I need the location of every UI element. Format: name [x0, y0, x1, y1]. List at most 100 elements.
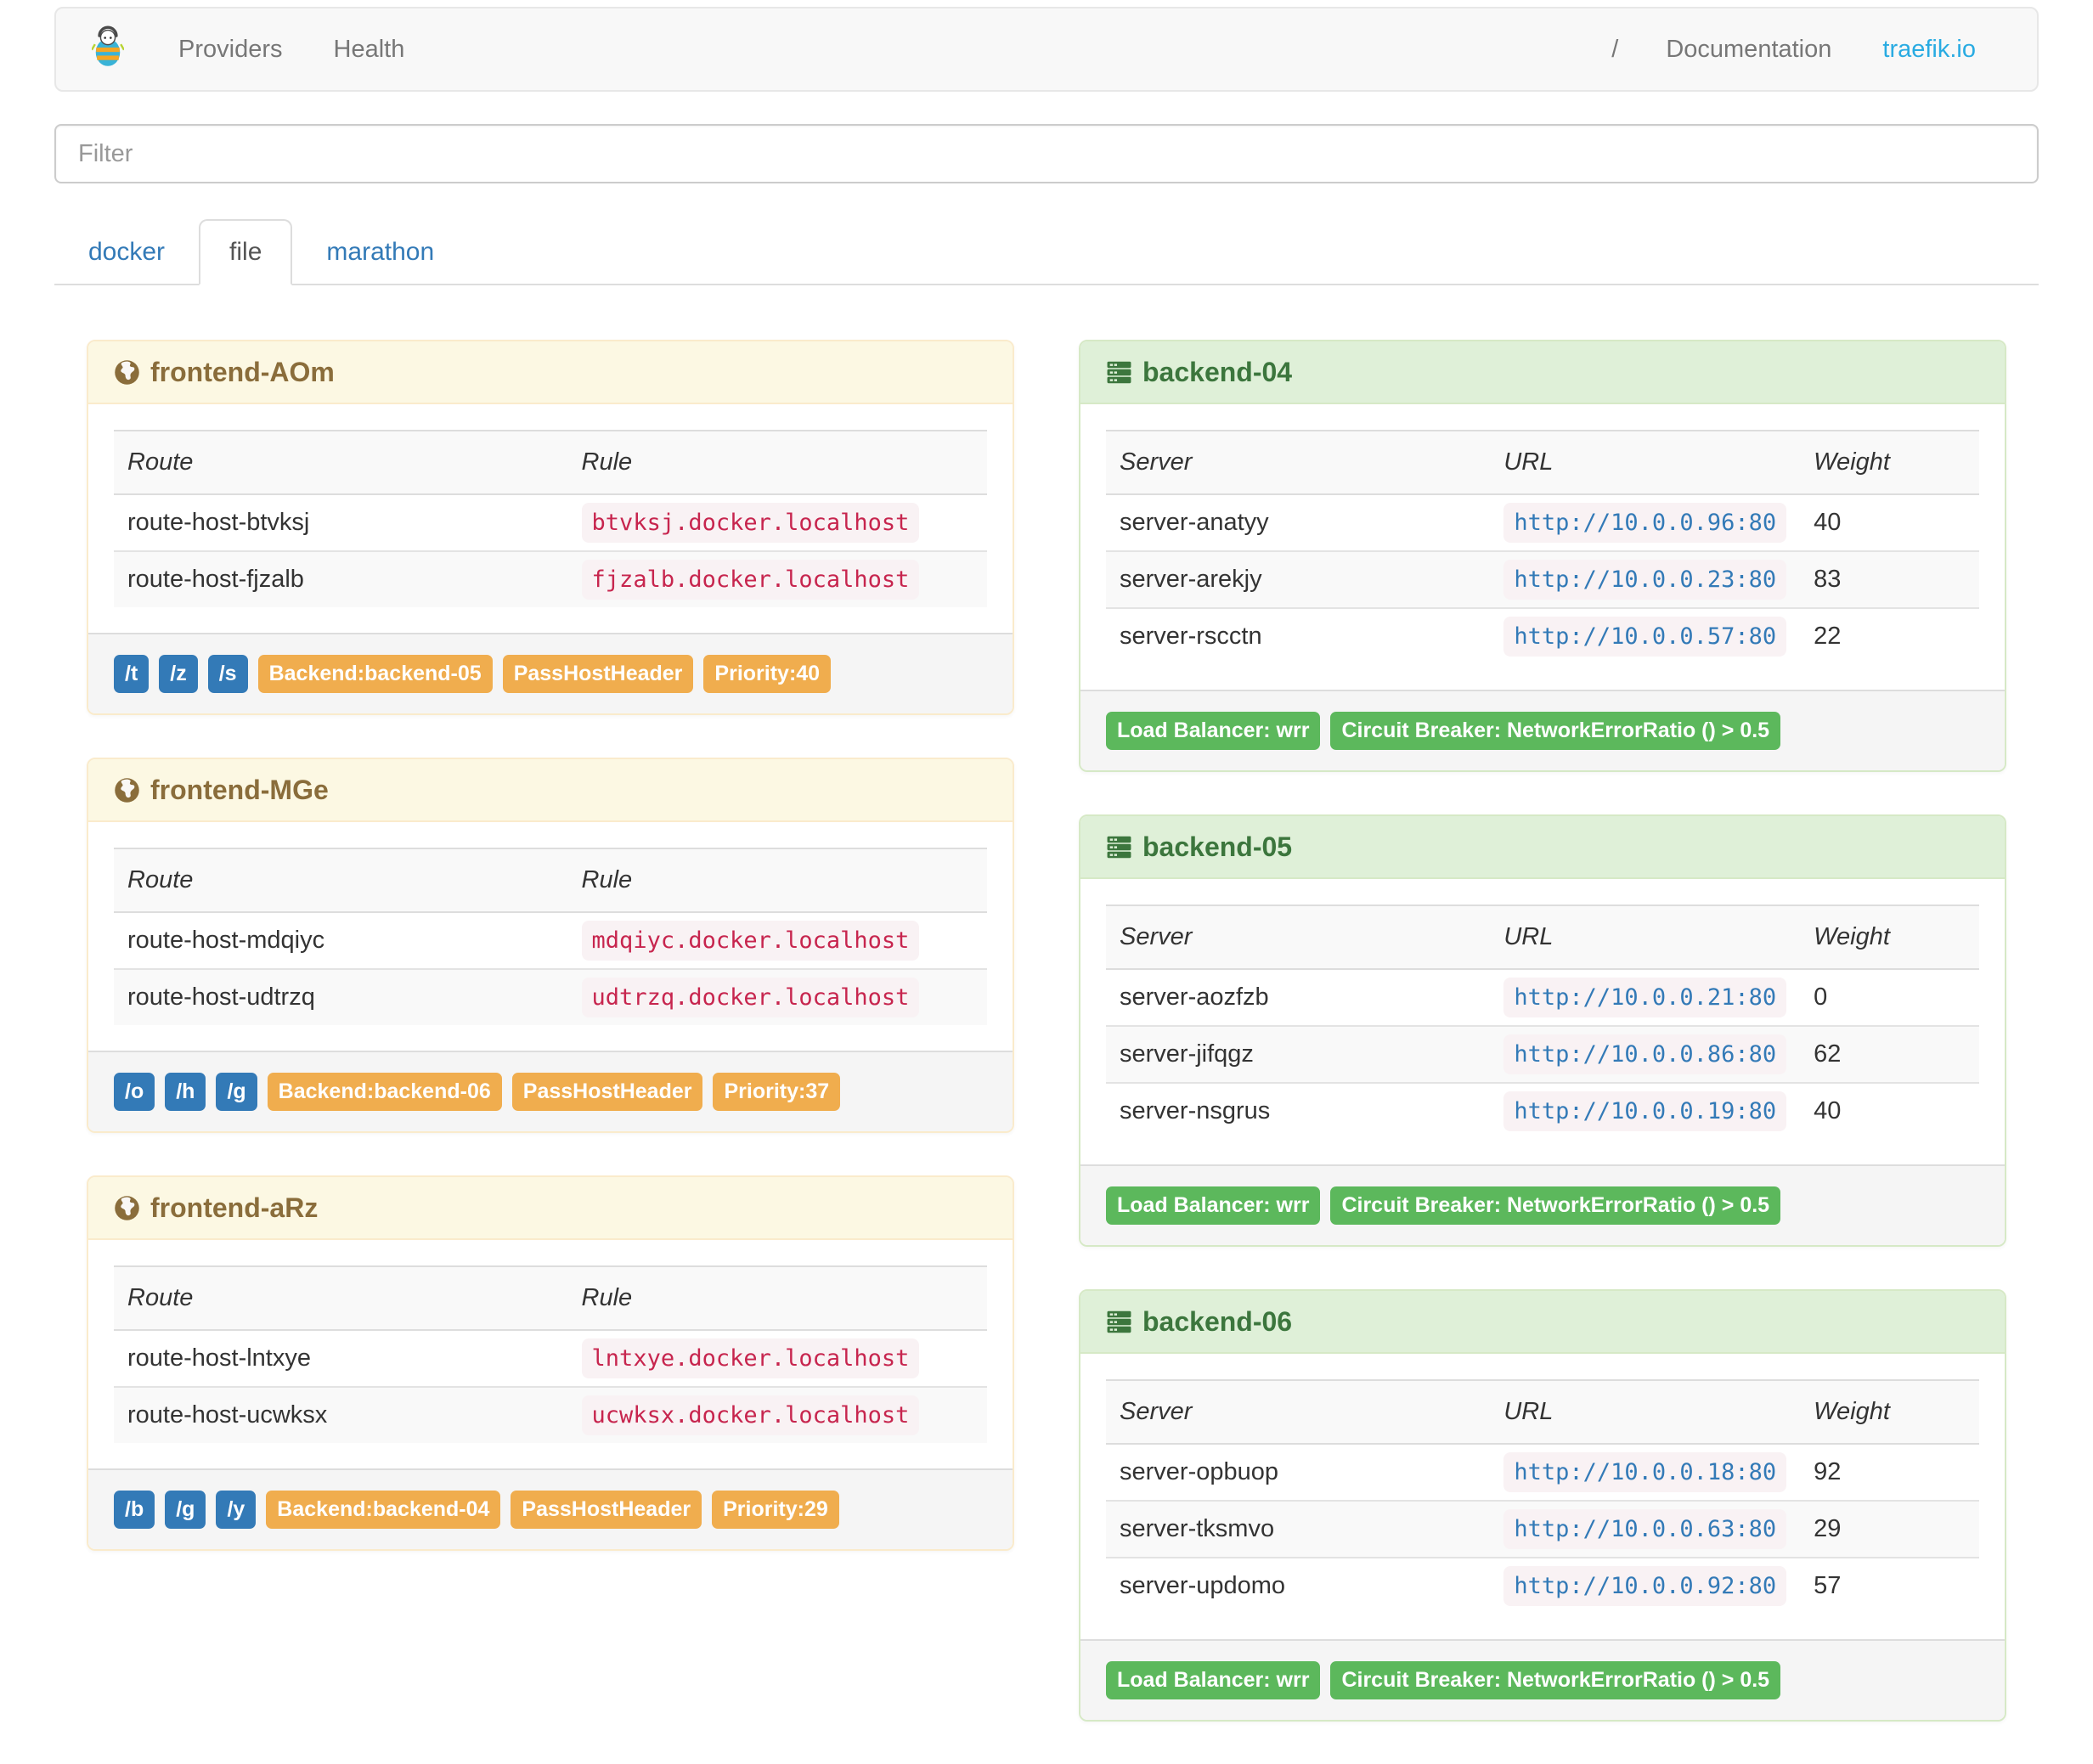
- table-header-row: Server URL Weight: [1106, 905, 1979, 970]
- content-columns: frontend-AOm Route Rule route-host-btvksj bt…: [54, 340, 2039, 1764]
- frontend-tag-badge: Backend:backend-05: [257, 655, 493, 693]
- server-name-cell: server-tksmvo: [1106, 1500, 1491, 1558]
- weight-cell: 83: [1800, 550, 1979, 608]
- url-cell: http://10.0.0.23:80: [1490, 550, 1801, 608]
- entrypoint-badge: /g: [165, 1491, 206, 1529]
- column-header: Route: [114, 1265, 568, 1331]
- servers-table: Server URL Weight server-opbuop http://10.0.…: [1106, 1379, 1979, 1614]
- backend-card: backend-04 Server URL Weight server-anatyy ht…: [1079, 340, 2006, 772]
- server-url-link[interactable]: http://10.0.0.18:80: [1514, 1459, 1776, 1485]
- nav-health[interactable]: Health: [308, 36, 431, 64]
- nav-documentation[interactable]: Documentation: [1640, 36, 1857, 64]
- routes-table: Route Rule route-host-lntxye lntxye.docker.…: [114, 1265, 987, 1443]
- backend-card-heading: backend-06: [1080, 1291, 2005, 1354]
- backend-tag-badge: Circuit Breaker: NetworkErrorRatio () > …: [1330, 1661, 1781, 1699]
- nav-traefik-io-link[interactable]: traefik.io: [1857, 36, 2001, 64]
- server-url: http://10.0.0.18:80: [1503, 1452, 1787, 1492]
- backend-card-body: Server URL Weight server-aozfzb http://10.0.…: [1080, 879, 2005, 1164]
- backend-card-heading: backend-05: [1080, 816, 2005, 879]
- entrypoint-badge: /b: [114, 1491, 155, 1529]
- tab-docker-link[interactable]: docker: [58, 219, 195, 285]
- frontend-card-body: Route Rule route-host-mdqiyc mdqiyc.docker.…: [88, 822, 1013, 1051]
- weight-cell: 40: [1800, 1082, 1979, 1139]
- url-cell: http://10.0.0.63:80: [1490, 1500, 1801, 1558]
- tab-marathon: marathon: [296, 219, 465, 285]
- table-header-row: Server URL Weight: [1106, 1379, 1979, 1445]
- filter-input[interactable]: [54, 124, 2039, 183]
- navbar-right: / Documentation traefik.io: [1589, 36, 2001, 64]
- frontend-card-footer: /o/h/g Backend:backend-06 PassHostHeader Pr…: [88, 1051, 1013, 1131]
- navbar: Providers Health / Documentation traefik…: [54, 7, 2039, 92]
- table-row: route-host-ucwksx ucwksx.docker.localhost: [114, 1386, 987, 1443]
- server-name-cell: server-rscctn: [1106, 607, 1491, 664]
- tab-file-link[interactable]: file: [199, 219, 293, 285]
- traefik-logo[interactable]: [90, 25, 126, 74]
- rule-cell: lntxye.docker.localhost: [568, 1330, 987, 1387]
- server-url-link[interactable]: http://10.0.0.86:80: [1514, 1041, 1776, 1068]
- url-cell: http://10.0.0.86:80: [1490, 1025, 1801, 1083]
- server-url-link[interactable]: http://10.0.0.92:80: [1514, 1573, 1776, 1599]
- filter-bar: [54, 124, 2039, 183]
- backend-card: backend-06 Server URL Weight server-opbuop ht…: [1079, 1289, 2006, 1722]
- server-url: http://10.0.0.21:80: [1503, 978, 1787, 1017]
- frontend-card: frontend-AOm Route Rule route-host-btvksj bt…: [87, 340, 1014, 715]
- backend-card-footer: Load Balancer: wrr Circuit Breaker: Netwo…: [1080, 1164, 2005, 1245]
- table-header-row: Route Rule: [114, 430, 987, 495]
- route-name-cell: route-host-ucwksx: [114, 1386, 568, 1443]
- rule-value: lntxye.docker.localhost: [581, 1338, 920, 1378]
- url-cell: http://10.0.0.19:80: [1490, 1082, 1801, 1139]
- server-icon: [1106, 1309, 1132, 1335]
- frontend-card-footer: /t/z/s Backend:backend-05 PassHostHeader Pr…: [88, 633, 1013, 713]
- globe-icon: [114, 1195, 140, 1221]
- rule-cell: fjzalb.docker.localhost: [567, 550, 987, 607]
- url-cell: http://10.0.0.92:80: [1490, 1557, 1801, 1614]
- server-url: http://10.0.0.23:80: [1503, 560, 1787, 600]
- table-row: server-opbuop http://10.0.0.18:80 92: [1106, 1444, 1979, 1501]
- frontend-tag-badge: Backend:backend-04: [266, 1491, 501, 1529]
- server-url-link[interactable]: http://10.0.0.57:80: [1514, 623, 1776, 650]
- server-url-link[interactable]: http://10.0.0.21:80: [1514, 984, 1776, 1011]
- table-row: server-aozfzb http://10.0.0.21:80 0: [1106, 969, 1979, 1026]
- column-header: URL: [1490, 1379, 1801, 1445]
- table-row: server-anatyy http://10.0.0.96:80 40: [1106, 494, 1979, 551]
- table-row: server-tksmvo http://10.0.0.63:80 29: [1106, 1500, 1979, 1558]
- table-row: server-arekjy http://10.0.0.23:80 83: [1106, 550, 1979, 608]
- server-url-link[interactable]: http://10.0.0.19:80: [1514, 1098, 1776, 1124]
- url-cell: http://10.0.0.96:80: [1490, 494, 1800, 551]
- globe-icon: [114, 777, 140, 803]
- server-url: http://10.0.0.86:80: [1503, 1034, 1787, 1074]
- column-header: URL: [1490, 430, 1801, 495]
- backend-tag-badge: Circuit Breaker: NetworkErrorRatio () > …: [1330, 712, 1781, 750]
- column-header: Server: [1106, 905, 1491, 970]
- tab-marathon-link[interactable]: marathon: [296, 219, 465, 285]
- server-icon: [1106, 834, 1132, 860]
- table-header-row: Route Rule: [114, 1265, 987, 1331]
- frontend-card-heading: frontend-MGe: [88, 759, 1013, 822]
- column-header: URL: [1490, 905, 1801, 970]
- route-name-cell: route-host-lntxye: [127, 1344, 311, 1372]
- frontend-tag-badge: PassHostHeader: [511, 1491, 702, 1529]
- routes-table: Route Rule route-host-mdqiyc mdqiyc.docker.…: [114, 848, 987, 1025]
- server-url-link[interactable]: http://10.0.0.63:80: [1514, 1516, 1776, 1542]
- column-header: Rule: [567, 430, 987, 495]
- backend-tag-badge: Load Balancer: wrr: [1106, 1661, 1321, 1699]
- rule-value: fjzalb.docker.localhost: [581, 560, 920, 600]
- table-header-row: Route Rule: [114, 848, 987, 913]
- tab-file: file: [199, 219, 293, 285]
- entrypoint-badge: /g: [216, 1073, 257, 1111]
- nav-providers[interactable]: Providers: [153, 36, 308, 64]
- table-row: route-host-mdqiyc mdqiyc.docker.localhost: [114, 912, 987, 969]
- traefik-mascot-icon: [90, 25, 126, 74]
- rule-cell: mdqiyc.docker.localhost: [568, 912, 987, 969]
- server-url-link[interactable]: http://10.0.0.96:80: [1514, 510, 1776, 536]
- route-name-cell: route-host-udtrzq: [114, 968, 568, 1025]
- entrypoint-badge: /t: [114, 655, 150, 693]
- server-url-link[interactable]: http://10.0.0.23:80: [1514, 566, 1776, 593]
- frontend-card-heading: frontend-AOm: [88, 341, 1013, 404]
- frontend-tag-badge: Backend:backend-06: [267, 1073, 502, 1111]
- backend-card-heading: backend-04: [1080, 341, 2005, 404]
- frontends-column: frontend-AOm Route Rule route-host-btvksj bt…: [54, 340, 1046, 1593]
- column-header: Route: [114, 430, 568, 495]
- table-row: route-host-btvksj btvksj.docker.localhost: [114, 494, 987, 551]
- column-header: Server: [1106, 1379, 1491, 1445]
